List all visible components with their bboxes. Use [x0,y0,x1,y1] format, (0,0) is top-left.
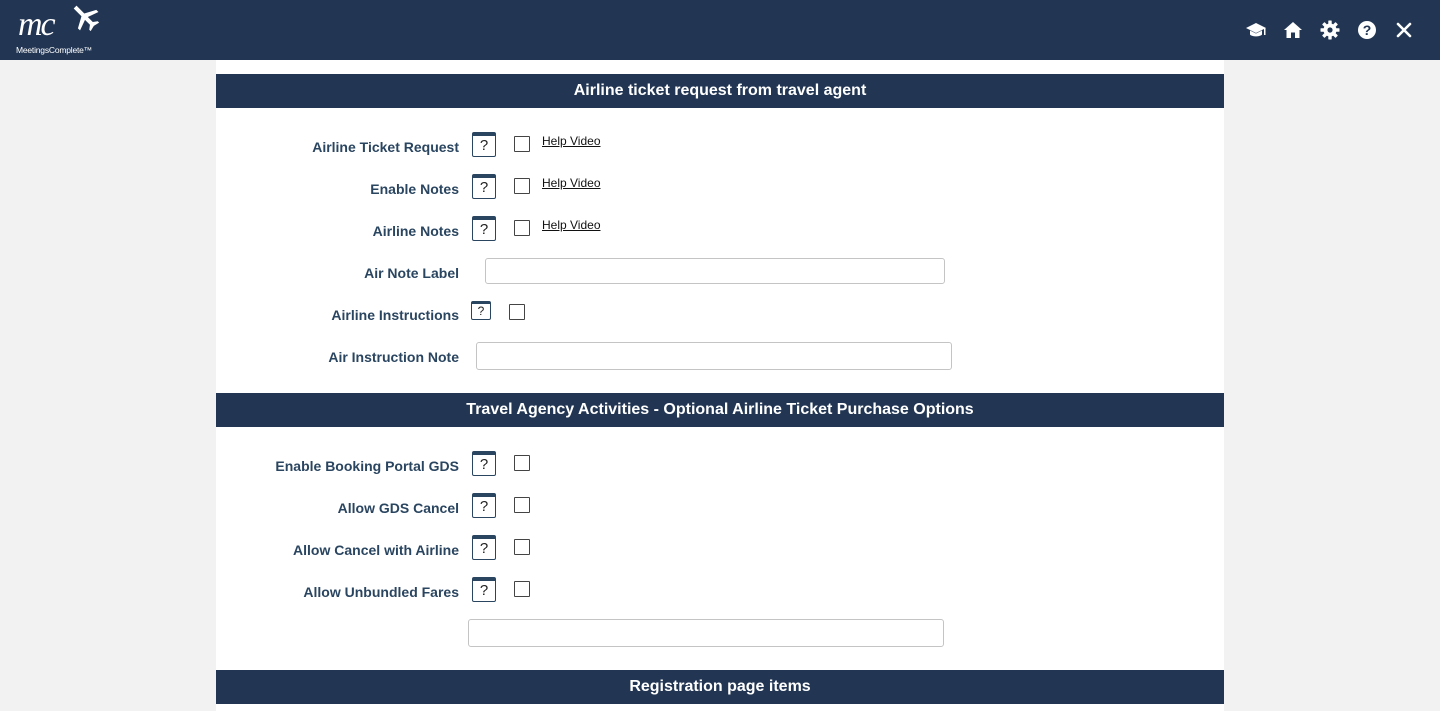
air-instruction-note-input[interactable] [476,342,952,370]
field-label: Airline Ticket Request [312,139,459,155]
allow-cancel-with-airline-checkbox[interactable] [514,539,530,555]
row-allow-gds-cancel: Allow GDS Cancel ? [216,492,1224,522]
section-header-registration-page-items: Registration page items [216,670,1224,704]
row-airline-notes: Airline Notes ? Help Video [216,215,1224,245]
airplane-icon [73,5,100,32]
row-airline-instructions: Airline Instructions ? [216,299,1224,329]
help-video-link[interactable]: Help Video [542,134,601,148]
airline-notes-checkbox[interactable] [514,220,530,236]
help-icon[interactable]: ? [472,451,496,476]
enable-notes-checkbox[interactable] [514,178,530,194]
svg-text:?: ? [1363,22,1372,38]
help-icon[interactable]: ? [472,216,496,241]
field-label: Airline Notes [372,223,459,239]
help-circle-icon[interactable]: ? [1355,18,1379,42]
field-label: Enable Notes [370,181,459,197]
field-label: Allow Unbundled Fares [303,584,459,600]
help-icon[interactable]: ? [472,493,496,518]
help-icon[interactable]: ? [472,132,496,157]
row-air-note-label: Air Note Label [216,257,1224,287]
field-label: Airline Instructions [331,307,459,323]
help-icon[interactable]: ? [472,577,496,602]
row-enable-notes: Enable Notes ? Help Video [216,173,1224,203]
toolbar-icons: ? [1231,18,1416,42]
graduation-cap-icon[interactable] [1244,18,1268,42]
row-unlabeled-input [216,618,1224,648]
home-icon[interactable] [1281,18,1305,42]
help-icon[interactable]: ? [472,535,496,560]
meetingscomplete-logo[interactable]: mc MeetingsComplete™ [16,2,106,58]
logo-mark: mc [18,6,56,43]
allow-gds-cancel-checkbox[interactable] [514,497,530,513]
help-icon[interactable]: ? [471,301,491,320]
top-navigation-bar: mc MeetingsComplete™ ? [0,0,1440,60]
airline-ticket-request-checkbox[interactable] [514,136,530,152]
air-note-label-input[interactable] [485,258,945,284]
field-label: Enable Booking Portal GDS [275,458,459,474]
row-allow-cancel-with-airline: Allow Cancel with Airline ? [216,534,1224,564]
close-icon[interactable] [1392,18,1416,42]
settings-panel: Airline ticket request from travel agent… [216,60,1224,711]
row-enable-booking-portal-gds: Enable Booking Portal GDS ? [216,450,1224,480]
help-video-link[interactable]: Help Video [542,218,601,232]
gear-icon[interactable] [1318,18,1342,42]
help-video-link[interactable]: Help Video [542,176,601,190]
row-air-instruction-note: Air Instruction Note [216,341,1224,371]
allow-unbundled-fares-checkbox[interactable] [514,581,530,597]
help-icon[interactable]: ? [472,174,496,199]
airline-instructions-checkbox[interactable] [509,304,525,320]
enable-booking-portal-gds-checkbox[interactable] [514,455,530,471]
unlabeled-text-input[interactable] [468,619,944,647]
field-label: Air Instruction Note [328,349,459,365]
field-label: Air Note Label [364,265,459,281]
section-header-airline-ticket-request: Airline ticket request from travel agent [216,74,1224,108]
field-label: Allow GDS Cancel [337,500,459,516]
row-airline-ticket-request: Airline Ticket Request ? Help Video [216,131,1224,161]
logo-wordmark: MeetingsComplete™ [16,45,92,55]
row-allow-unbundled-fares: Allow Unbundled Fares ? [216,576,1224,606]
section-header-travel-agency-activities: Travel Agency Activities - Optional Airl… [216,393,1224,427]
field-label: Allow Cancel with Airline [293,542,459,558]
